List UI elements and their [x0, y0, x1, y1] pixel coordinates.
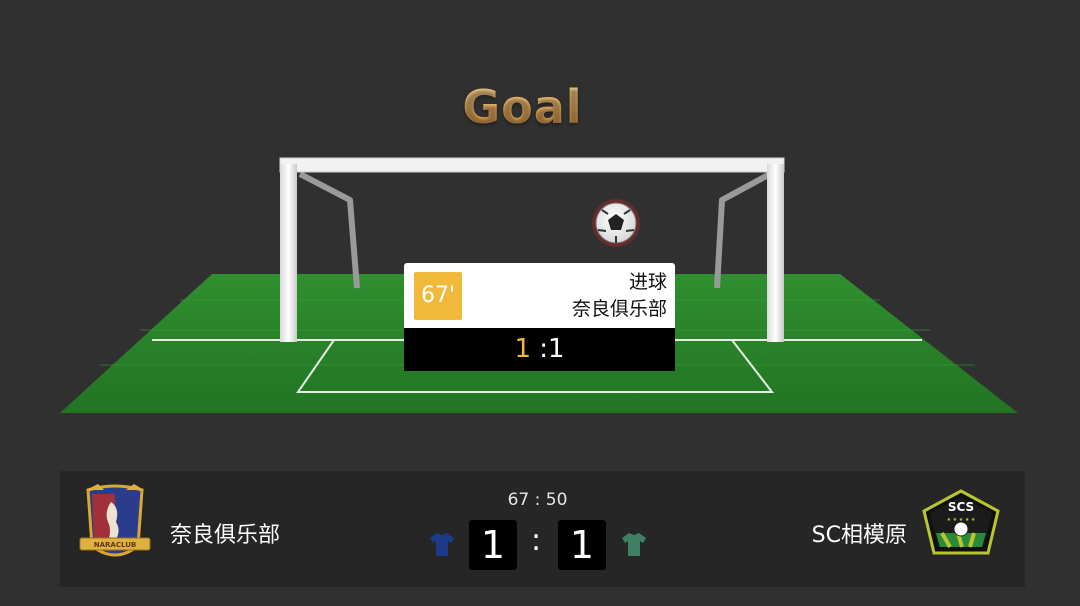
away-jersey-icon	[622, 533, 646, 556]
svg-text:★ ★ ★ ★ ★: ★ ★ ★ ★ ★	[947, 517, 976, 523]
event-team-name: 奈良俱乐部	[571, 298, 667, 320]
goal-event-card: 67' 进球 奈良俱乐部	[404, 263, 675, 329]
event-score-separator: :	[530, 334, 549, 364]
goal-animation-stage: Goal 67' 进球 奈良俱乐部 1:1 NARACLUB 奈良俱乐部 67…	[0, 0, 1080, 606]
soccer-ball-icon	[592, 199, 640, 247]
score-colon: :	[531, 523, 542, 558]
svg-text:SCS: SCS	[948, 500, 974, 514]
crossbar	[279, 157, 785, 173]
goal-title: Goal	[462, 80, 583, 134]
home-jersey-icon	[430, 533, 454, 556]
event-score-away: 1	[548, 334, 565, 364]
away-team-name: SC相模原	[811, 523, 907, 548]
event-type-label: 进球	[628, 271, 667, 293]
svg-text:NARACLUB: NARACLUB	[94, 541, 136, 549]
left-post	[280, 164, 297, 342]
right-post	[767, 164, 784, 342]
home-score: 1	[469, 520, 517, 570]
scoreboard-bar: NARACLUB 奈良俱乐部 67 : 50 1 : 1 SC相模原 SCS ★…	[60, 471, 1025, 587]
event-score-strip: 1 :1	[404, 328, 675, 371]
match-clock: 67 : 50	[507, 490, 568, 510]
away-team-logo: SCS ★ ★ ★ ★ ★	[922, 489, 1000, 555]
event-minute-badge: 67'	[414, 272, 462, 320]
event-score-home: 1	[514, 334, 531, 364]
home-team-name: 奈良俱乐部	[170, 523, 281, 548]
away-score: 1	[558, 520, 606, 570]
